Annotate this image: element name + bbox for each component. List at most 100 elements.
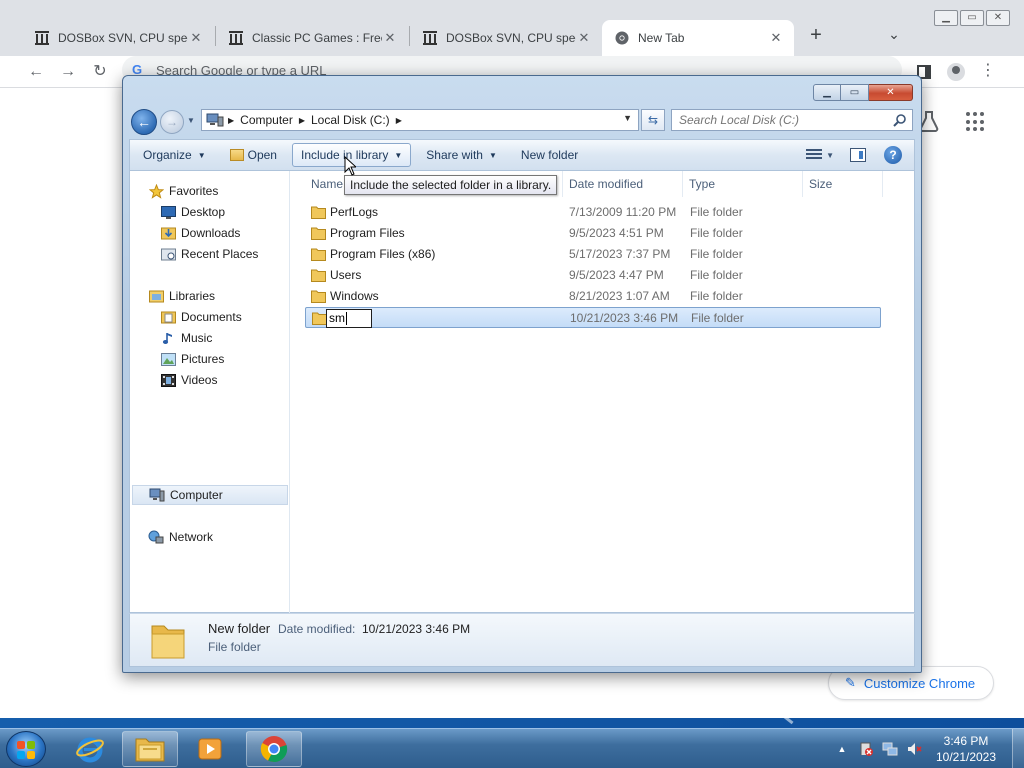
minimize-button[interactable]: ▁ xyxy=(813,84,841,101)
chrome-icon xyxy=(260,736,288,763)
file-row-users[interactable]: Users 9/5/2023 4:47 PM File folder xyxy=(305,265,881,286)
column-header-type[interactable]: Type xyxy=(683,171,803,197)
tab-search-button[interactable]: ⌄ xyxy=(884,26,904,46)
nav-pictures[interactable]: Pictures xyxy=(160,349,224,369)
network-icon[interactable] xyxy=(882,741,898,757)
back-button[interactable]: ← xyxy=(131,109,157,135)
chevron-down-icon[interactable]: ▼ xyxy=(826,151,834,160)
nav-computer[interactable]: Computer xyxy=(132,485,288,505)
forward-button[interactable]: → xyxy=(160,110,184,134)
tab-title: DOSBox SVN, CPU speed: xyxy=(446,31,576,45)
nav-network[interactable]: Network xyxy=(148,527,213,547)
large-folder-icon xyxy=(151,625,185,659)
folder-icon xyxy=(312,312,327,325)
new-folder-label: New folder xyxy=(520,148,579,162)
folder-open-icon xyxy=(229,149,244,161)
tab-dosbox-2[interactable]: DOSBox SVN, CPU speed: ✕ xyxy=(410,20,602,56)
tab-dosbox-1[interactable]: DOSBox SVN, CPU speed: ✕ xyxy=(22,20,214,56)
tab-classic-pc-games[interactable]: Classic PC Games : Free ✕ xyxy=(216,20,408,56)
tab-close-icon[interactable]: ✕ xyxy=(576,30,592,46)
address-bar[interactable]: ▶ Computer ▶ Local Disk (C:) ▶ ▼ xyxy=(201,109,639,131)
breadcrumb-separator-icon[interactable]: ▶ xyxy=(396,116,402,125)
column-header-date-label: Date modified xyxy=(569,177,644,191)
nav-downloads[interactable]: Downloads xyxy=(160,223,240,243)
star-icon xyxy=(148,183,164,199)
windows-explorer-icon xyxy=(135,738,165,762)
start-button[interactable] xyxy=(6,731,46,767)
back-icon[interactable]: ← xyxy=(26,62,46,82)
nav-documents[interactable]: Documents xyxy=(160,307,242,327)
nav-libraries[interactable]: Libraries xyxy=(148,286,215,306)
forward-icon[interactable]: → xyxy=(58,62,78,82)
show-hidden-icons[interactable]: ▲ xyxy=(834,741,850,757)
maximize-button[interactable]: ▭ xyxy=(960,10,984,26)
change-view-icon[interactable] xyxy=(806,149,823,161)
refresh-button[interactable]: ⇆ xyxy=(641,109,665,131)
help-icon[interactable]: ? xyxy=(884,146,902,164)
windows-explorer-button[interactable] xyxy=(122,731,178,767)
explorer-window: ▁ ▭ ✕ ← → ▼ ▶ Computer ▶ Local Disk (C:)… xyxy=(122,75,922,673)
new-folder-button[interactable]: New folder xyxy=(512,143,587,167)
close-button[interactable]: ✕ xyxy=(869,84,913,101)
show-desktop-button[interactable] xyxy=(1012,729,1024,768)
details-name: New folder xyxy=(208,621,271,636)
file-row-program-files[interactable]: Program Files 9/5/2023 4:51 PM File fold… xyxy=(305,223,881,244)
network-icon xyxy=(148,529,164,545)
file-type: File folder xyxy=(690,289,743,303)
close-button[interactable]: ✕ xyxy=(986,10,1010,26)
nav-favorites[interactable]: Favorites xyxy=(148,181,218,201)
column-header-date-modified[interactable]: Date modified xyxy=(563,171,683,197)
menu-icon[interactable]: ⋮ xyxy=(978,62,998,82)
tab-close-icon[interactable]: ✕ xyxy=(768,30,784,46)
file-row-renaming[interactable]: sm 10/21/2023 3:46 PM File folder xyxy=(305,307,881,328)
chrome-button[interactable] xyxy=(246,731,302,767)
new-tab-button[interactable]: + xyxy=(806,25,826,46)
recent-places-icon xyxy=(160,246,176,262)
tab-title: Classic PC Games : Free xyxy=(252,31,382,45)
search-box[interactable] xyxy=(671,109,913,131)
breadcrumb-computer[interactable]: Computer xyxy=(240,113,293,127)
music-icon xyxy=(160,330,176,346)
search-input[interactable] xyxy=(672,110,912,130)
organize-button[interactable]: Organize ▼ xyxy=(134,143,215,167)
nav-desktop-label: Desktop xyxy=(181,205,226,219)
file-date: 8/21/2023 1:07 AM xyxy=(569,289,670,303)
clock[interactable]: 3:46 PM 10/21/2023 xyxy=(926,733,1006,765)
action-center-icon[interactable] xyxy=(858,741,874,757)
preview-pane-icon[interactable] xyxy=(850,148,866,162)
nav-music[interactable]: Music xyxy=(160,328,212,348)
breadcrumb-local-disk[interactable]: Local Disk (C:) xyxy=(311,113,390,127)
breadcrumb-separator-icon[interactable]: ▶ xyxy=(228,116,234,125)
column-header-size[interactable]: Size xyxy=(803,171,883,197)
minimize-button[interactable]: ▁ xyxy=(934,10,958,26)
tab-new-tab[interactable]: New Tab ✕ xyxy=(602,20,794,56)
profile-icon[interactable] xyxy=(946,62,966,82)
breadcrumb-separator-icon[interactable]: ▶ xyxy=(299,116,305,125)
open-button[interactable]: Open xyxy=(221,143,286,167)
tab-close-icon[interactable]: ✕ xyxy=(382,30,398,46)
nav-recent-places[interactable]: Recent Places xyxy=(160,244,258,264)
share-with-button[interactable]: Share with ▼ xyxy=(417,143,506,167)
tab-close-icon[interactable]: ✕ xyxy=(188,30,204,46)
file-row-perflogs[interactable]: PerfLogs 7/13/2009 11:20 PM File folder xyxy=(305,202,881,223)
nav-computer-label: Computer xyxy=(170,488,223,502)
chrome-tab-strip: DOSBox SVN, CPU speed: ✕ Classic PC Game… xyxy=(0,0,1024,56)
reload-icon[interactable]: ↻ xyxy=(90,62,110,82)
internet-explorer-button[interactable] xyxy=(62,731,118,767)
videos-icon xyxy=(160,372,176,388)
column-header-type-label: Type xyxy=(689,177,716,191)
apps-grid-icon[interactable] xyxy=(966,112,986,132)
nav-desktop[interactable]: Desktop xyxy=(160,202,225,222)
media-player-button[interactable] xyxy=(182,731,238,767)
file-row-program-files-x86[interactable]: Program Files (x86) 5/17/2023 7:37 PM Fi… xyxy=(305,244,881,265)
recent-pages-dropdown-icon[interactable]: ▼ xyxy=(187,116,195,125)
file-name: Users xyxy=(330,268,362,282)
nav-videos[interactable]: Videos xyxy=(160,370,217,390)
maximize-button[interactable]: ▭ xyxy=(841,84,869,101)
file-row-windows[interactable]: Windows 8/21/2023 1:07 AM File folder xyxy=(305,286,881,307)
rename-input[interactable]: sm xyxy=(326,309,372,328)
pictures-icon xyxy=(160,351,176,367)
documents-icon xyxy=(160,309,176,325)
address-dropdown-icon[interactable]: ▼ xyxy=(623,113,632,123)
volume-icon[interactable] xyxy=(906,741,922,757)
